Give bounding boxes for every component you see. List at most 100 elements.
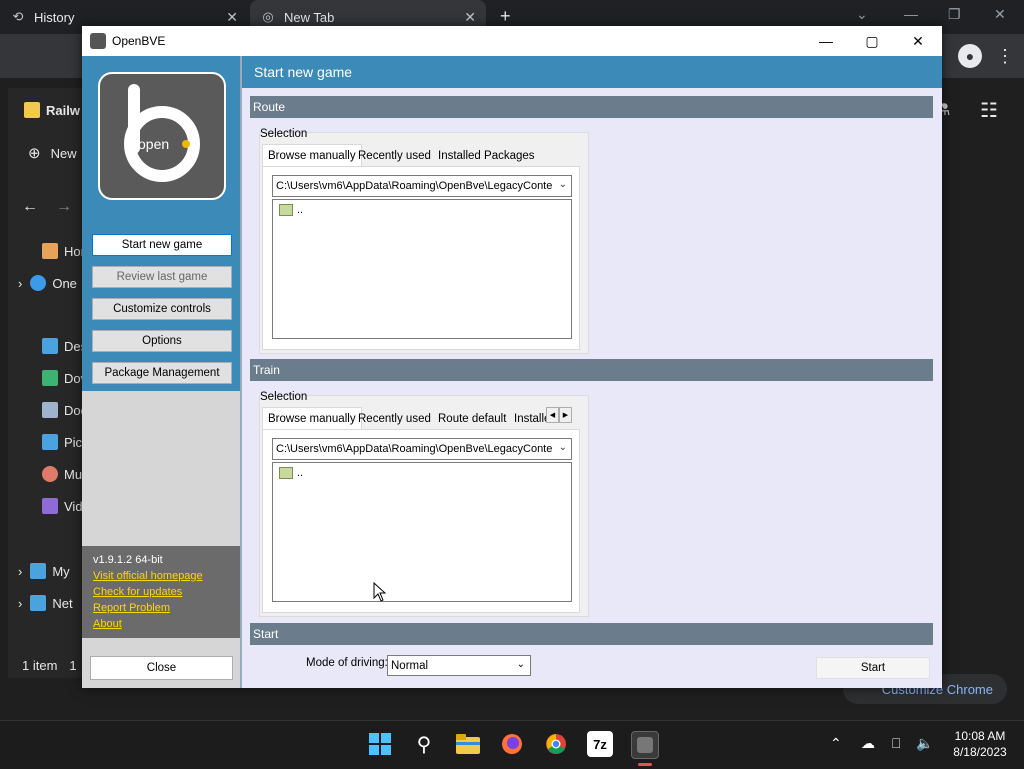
maximize-icon[interactable]: ▢ xyxy=(856,30,888,52)
train-file-list[interactable]: .. xyxy=(272,462,572,602)
chevron-up-icon[interactable]: ⌃ xyxy=(830,735,842,752)
active-indicator xyxy=(638,763,652,766)
close-tab-icon[interactable]: ✕ xyxy=(226,9,238,26)
profile-icon[interactable]: ● xyxy=(958,44,982,68)
tab-browse-manually[interactable]: Browse manually xyxy=(262,407,362,430)
kebab-menu-icon[interactable]: ⋮ xyxy=(996,46,1014,67)
window-title: OpenBVE xyxy=(112,34,166,48)
nav-item-downloads[interactable]: Dov xyxy=(42,370,87,386)
plus-circle-icon: ⊕ xyxy=(28,145,41,162)
chevron-down-icon: ⌄ xyxy=(558,179,567,190)
close-button[interactable]: Close xyxy=(90,656,233,680)
nav-item-this-pc[interactable]: › My xyxy=(18,563,70,579)
restore-icon[interactable]: ❐ xyxy=(948,6,961,23)
chevron-down-icon: ⌄ xyxy=(516,659,525,670)
train-browse-page: C:\Users\vm6\AppData\Roaming\OpenBve\Leg… xyxy=(262,429,580,613)
cloud-offline-icon[interactable]: ☁ xyxy=(861,735,875,752)
chevron-right-icon: › xyxy=(18,275,23,291)
openbve-taskbar-icon[interactable] xyxy=(631,731,659,759)
review-last-game-button[interactable]: Review last game xyxy=(92,266,232,288)
system-clock[interactable]: 10:08 AM 8/18/2023 xyxy=(940,728,1020,760)
chevron-down-icon[interactable]: ⌄ xyxy=(856,6,868,23)
tab-title: New Tab xyxy=(284,9,335,25)
forward-icon[interactable]: → xyxy=(56,198,72,216)
start-header: Start xyxy=(250,623,933,645)
report-problem-link[interactable]: Report Problem xyxy=(93,602,170,614)
tab-recently-used[interactable]: Recently used xyxy=(353,146,436,166)
desktop-icon xyxy=(42,338,58,354)
homepage-link[interactable]: Visit official homepage xyxy=(93,570,203,582)
about-link[interactable]: About xyxy=(93,618,122,630)
list-item[interactable]: .. xyxy=(279,204,303,216)
check-updates-link[interactable]: Check for updates xyxy=(93,586,182,598)
route-file-list[interactable]: .. xyxy=(272,199,572,339)
tab-route-default[interactable]: Route default xyxy=(433,409,511,429)
picture-icon xyxy=(42,434,58,450)
network-icon[interactable]: ⎕ xyxy=(892,735,900,752)
computer-icon xyxy=(30,563,47,579)
train-tabs: Browse manually Recently used Route defa… xyxy=(262,407,582,430)
package-management-button[interactable]: Package Management xyxy=(92,362,232,384)
route-header: Route xyxy=(250,96,933,118)
options-button[interactable]: Options xyxy=(92,330,232,352)
clock-date: 8/18/2023 xyxy=(953,745,1007,759)
mode-of-driving-select[interactable]: Normal ⌄ xyxy=(387,655,531,676)
close-area: Close xyxy=(82,638,240,688)
route-selection-label: Selection xyxy=(260,128,308,140)
customize-controls-button[interactable]: Customize controls xyxy=(92,298,232,320)
close-tab-icon[interactable]: ✕ xyxy=(464,9,476,26)
video-icon xyxy=(42,498,58,514)
nav-item-desktop[interactable]: Des xyxy=(42,338,87,354)
parent-folder-icon xyxy=(279,204,293,216)
train-path-dropdown[interactable]: C:\Users\vm6\AppData\Roaming\OpenBve\Leg… xyxy=(272,438,572,460)
route-tabs: Browse manually Recently used Installed … xyxy=(262,144,582,167)
main-menu: Start new game Review last game Customiz… xyxy=(82,216,240,391)
version-label: v1.9.1.2 64-bit xyxy=(93,554,163,566)
new-button[interactable]: ⊕ New xyxy=(28,144,77,162)
logo-text: open xyxy=(138,136,169,152)
search-icon[interactable]: ⚲ xyxy=(411,731,437,757)
minimize-icon[interactable]: — xyxy=(904,6,918,22)
scroll-right-icon[interactable]: ▶ xyxy=(559,407,572,423)
start-button[interactable]: Start xyxy=(816,657,930,679)
tab-browse-manually[interactable]: Browse manually xyxy=(262,144,362,167)
chevron-down-icon: ⌄ xyxy=(558,442,567,453)
apps-grid-icon[interactable]: ☷ xyxy=(980,98,998,123)
list-item[interactable]: .. xyxy=(279,467,303,479)
close-icon[interactable]: ✕ xyxy=(902,30,934,52)
nav-item-music[interactable]: Mu xyxy=(42,466,82,482)
chrome-icon[interactable] xyxy=(543,731,569,757)
left-panel: open Start new game Review last game Cus… xyxy=(82,56,240,688)
nav-item-onedrive[interactable]: › One xyxy=(18,275,77,291)
page-title: Start new game xyxy=(242,56,942,88)
file-explorer-icon[interactable] xyxy=(455,731,481,757)
nav-item-home[interactable]: Hor xyxy=(42,243,85,259)
status-bar: 1 item 1 xyxy=(22,658,77,673)
chevron-right-icon: › xyxy=(18,563,23,579)
home-icon xyxy=(42,243,58,259)
minimize-icon[interactable]: — xyxy=(810,30,842,52)
close-icon[interactable]: ✕ xyxy=(994,6,1006,23)
nav-item-documents[interactable]: Doc xyxy=(42,402,87,418)
train-selection-label: Selection xyxy=(260,391,308,403)
openbve-logo: open xyxy=(98,72,226,200)
scroll-left-icon[interactable]: ◀ xyxy=(546,407,559,423)
train-header: Train xyxy=(250,359,933,381)
firefox-icon[interactable] xyxy=(499,731,525,757)
nav-item-network[interactable]: › Net xyxy=(18,595,73,611)
volume-icon[interactable]: 🔈 xyxy=(916,735,933,752)
left-spacer xyxy=(82,391,240,546)
chevron-right-icon: › xyxy=(18,595,23,611)
tab-recently-used[interactable]: Recently used xyxy=(353,409,436,429)
window-title-bar: OpenBVE — ▢ ✕ xyxy=(82,26,942,56)
sevenzip-icon[interactable]: 7z xyxy=(587,731,613,757)
start-new-game-button[interactable]: Start new game xyxy=(92,234,232,256)
folder-icon xyxy=(24,102,40,118)
tab-installed-packages[interactable]: Installed Packages xyxy=(433,146,540,166)
nav-item-pictures[interactable]: Pict xyxy=(42,434,86,450)
new-tab-button[interactable]: + xyxy=(500,6,511,27)
route-path-dropdown[interactable]: C:\Users\vm6\AppData\Roaming\OpenBve\Leg… xyxy=(272,175,572,197)
windows-start-icon[interactable] xyxy=(367,731,393,757)
start-game-panel: Start new game Route Selection Browse ma… xyxy=(240,56,942,688)
back-icon[interactable]: ← xyxy=(22,198,38,216)
